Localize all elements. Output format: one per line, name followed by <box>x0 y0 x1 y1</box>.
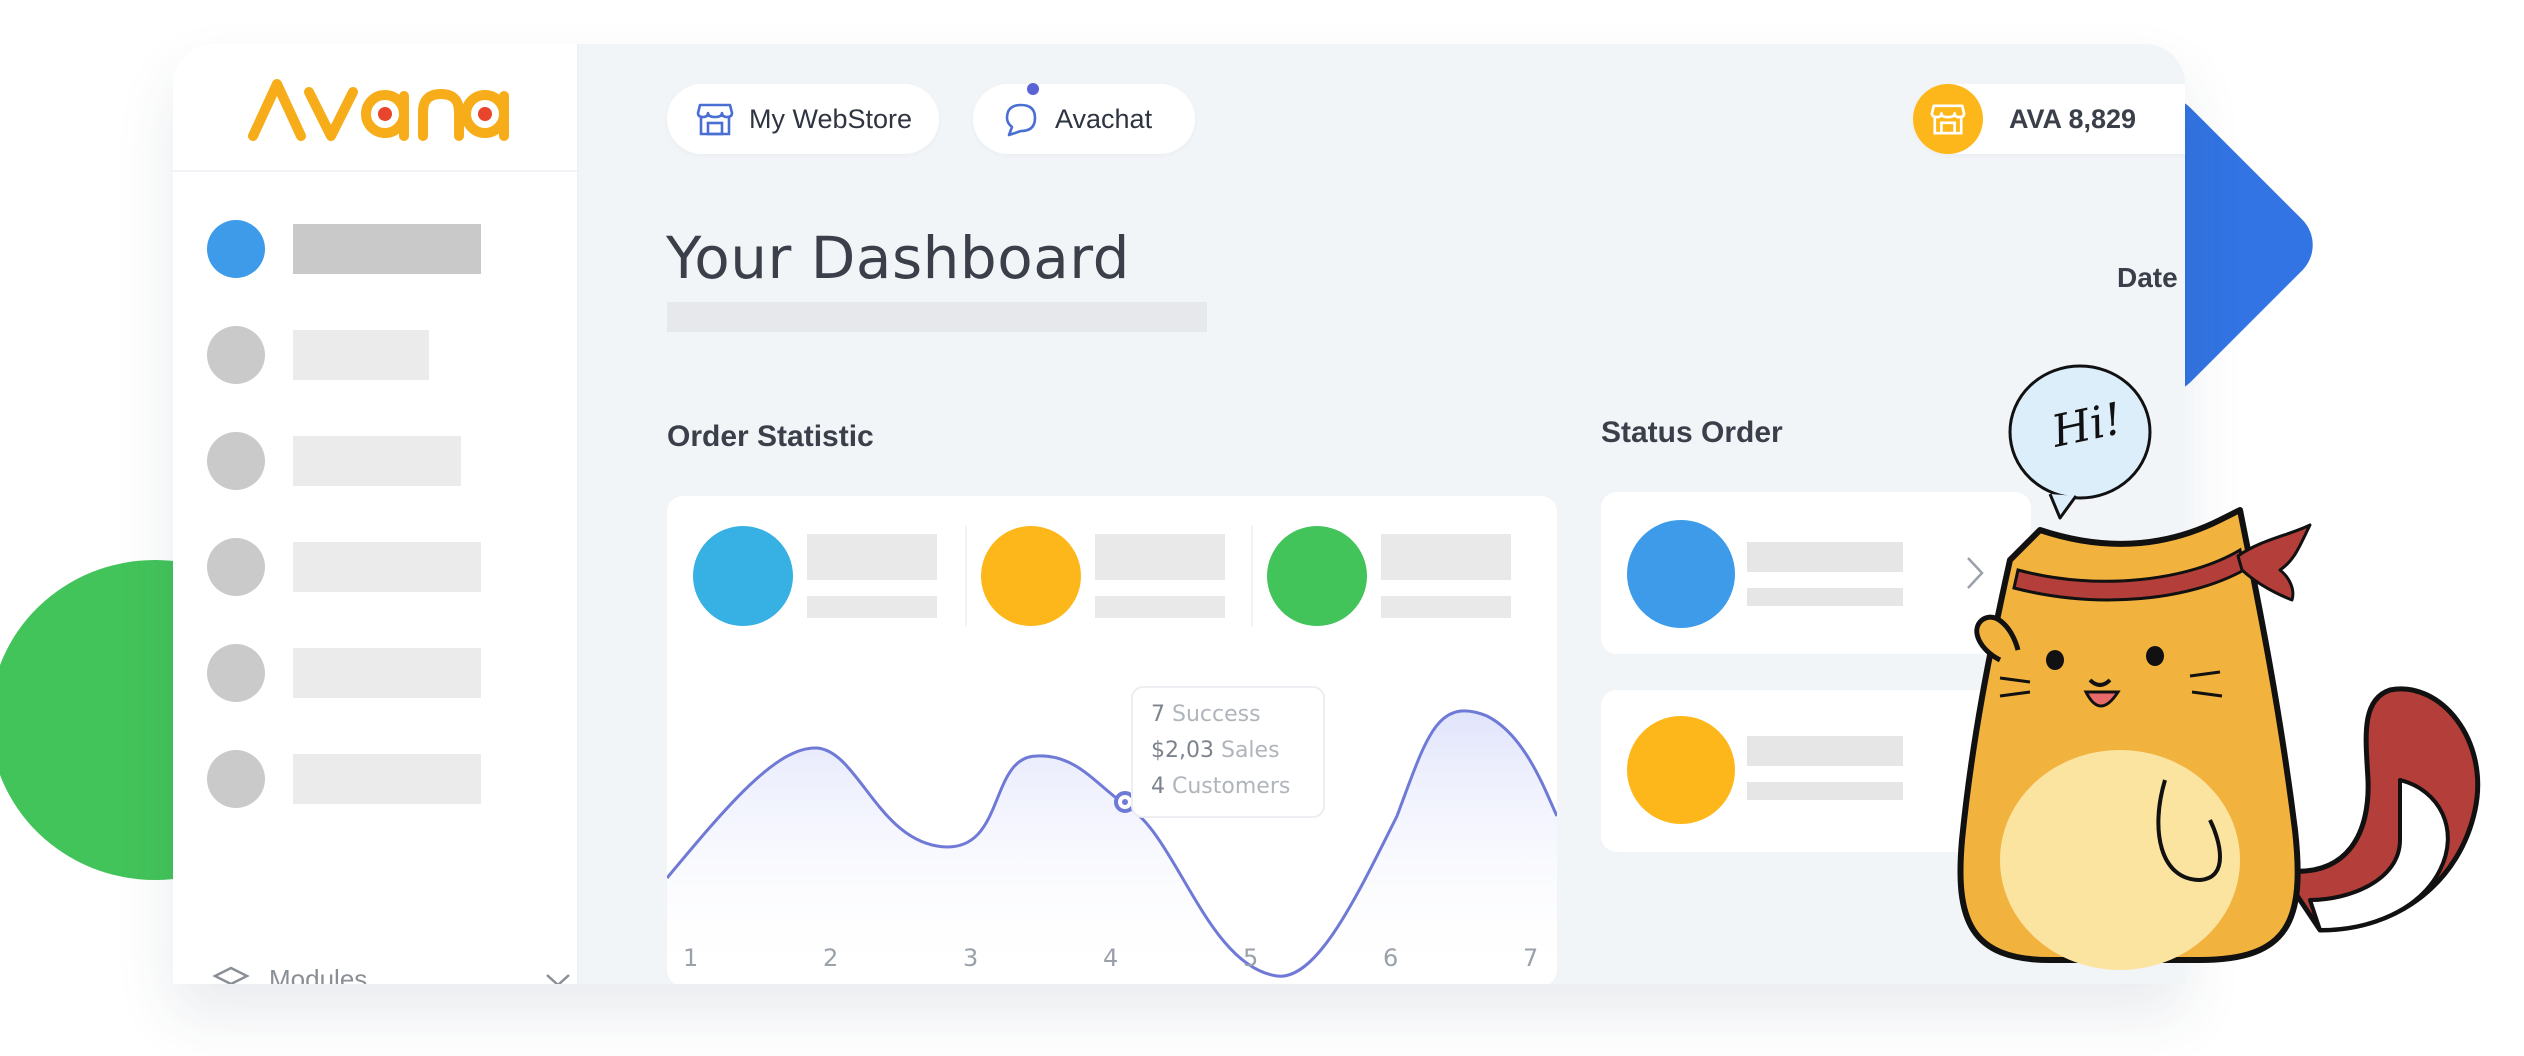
avachat-button[interactable]: Avachat <box>973 83 1195 154</box>
tooltip-success-value: 7 <box>1151 702 1165 727</box>
chat-icon <box>1001 83 1041 139</box>
layers-icon <box>212 966 250 984</box>
x-tick-label: 5 <box>1243 944 1259 972</box>
sidebar-item-icon <box>207 644 265 702</box>
sidebar-item-label-placeholder <box>293 754 481 804</box>
status-icon <box>1627 716 1735 824</box>
status-title-placeholder <box>1747 542 1903 572</box>
sidebar-item-label-placeholder <box>293 542 481 592</box>
sidebar-item-icon <box>207 432 265 490</box>
x-tick-label: 7 <box>1523 944 1539 972</box>
ava-balance[interactable]: AVA 8,829 <box>1913 84 2185 154</box>
sidebar-item-label-placeholder <box>293 224 481 274</box>
status-title-placeholder <box>1747 736 1903 766</box>
x-tick-label: 2 <box>823 944 839 972</box>
modules-label: Modules <box>269 964 368 984</box>
tooltip-customers-label: Customers <box>1172 774 1291 799</box>
chart-tooltip: 7 Success $2,03 Sales 4 Customers <box>1131 686 1325 818</box>
tooltip-sales-value: $2,03 <box>1151 738 1214 763</box>
avana-logo[interactable] <box>247 70 511 144</box>
x-tick-label: 6 <box>1383 944 1399 972</box>
status-subtitle-placeholder <box>1747 782 1903 800</box>
app-window: Modules My WebStore Avachat AVA 8,829 Yo… <box>173 44 2185 984</box>
sidebar-item-icon <box>207 538 265 596</box>
order-line-chart[interactable] <box>667 496 1557 984</box>
status-icon <box>1627 520 1735 628</box>
x-tick-label: 1 <box>683 944 699 972</box>
sidebar-item-label-placeholder <box>293 436 461 486</box>
sidebar-item-icon <box>207 326 265 384</box>
sidebar: Modules <box>173 44 579 984</box>
my-webstore-label: My WebStore <box>749 103 913 134</box>
sidebar-item-label-placeholder <box>293 330 429 380</box>
mascot-cat-illustration <box>1957 364 2481 970</box>
x-tick-label: 3 <box>963 944 979 972</box>
date-label: Date <box>2117 262 2178 293</box>
order-statistic-card: 7 Success $2,03 Sales 4 Customers 1 2 3 … <box>667 496 1557 984</box>
my-webstore-button[interactable]: My WebStore <box>667 84 939 154</box>
sidebar-item-label-placeholder <box>293 648 481 698</box>
subtitle-placeholder <box>667 302 1207 332</box>
ava-balance-label: AVA 8,829 <box>2009 103 2137 134</box>
tooltip-customers-value: 4 <box>1151 774 1165 799</box>
x-tick-label: 4 <box>1103 944 1119 972</box>
tooltip-success-label: Success <box>1172 702 1261 727</box>
order-statistic-title: Order Statistic <box>667 420 874 453</box>
store-coin-icon <box>1913 84 1983 154</box>
page-title: Your Dashboard <box>666 224 1130 292</box>
sidebar-item-icon <box>207 750 265 808</box>
logo-area <box>173 44 577 172</box>
chevron-down-icon <box>546 974 570 984</box>
sidebar-item-icon <box>207 220 265 278</box>
chart-hover-point-center <box>1122 799 1128 805</box>
status-subtitle-placeholder <box>1747 588 1903 606</box>
status-order-title: Status Order <box>1601 416 1783 449</box>
notification-dot <box>1027 83 1039 95</box>
store-icon <box>695 99 735 139</box>
avachat-label: Avachat <box>1055 103 1153 134</box>
tooltip-sales-label: Sales <box>1220 738 1280 763</box>
